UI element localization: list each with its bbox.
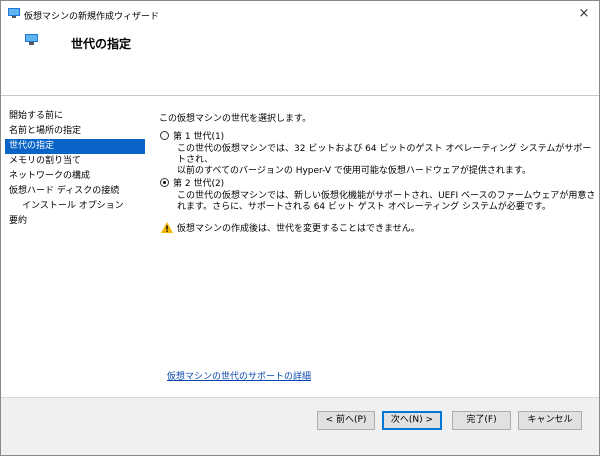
nav-step-before-you-begin[interactable]: 開始する前に bbox=[5, 109, 145, 124]
generation-2-label: 第 2 世代(2) bbox=[173, 179, 225, 189]
generation-2-description: この世代の仮想マシンでは、新しい仮想化機能がサポートされ、UEFI ベースのファ… bbox=[177, 191, 597, 213]
hyperv-vm-icon bbox=[8, 8, 20, 18]
warning-message: 仮想マシンの作成後は、世代を変更することはできません。 bbox=[161, 221, 420, 234]
finish-button[interactable]: 完了(F) bbox=[452, 411, 511, 430]
generation-2-radio[interactable]: 第 2 世代(2) bbox=[160, 176, 224, 189]
window-title: 仮想マシンの新規作成ウィザード bbox=[24, 12, 160, 22]
cancel-button[interactable]: キャンセル bbox=[518, 411, 582, 430]
radio-checked-icon bbox=[160, 178, 169, 187]
page-title: 世代の指定 bbox=[71, 37, 132, 51]
generation-support-link[interactable]: 仮想マシンの世代のサポートの詳細 bbox=[167, 369, 311, 382]
hyperv-vm-icon bbox=[25, 34, 38, 45]
generation-1-label: 第 1 世代(1) bbox=[173, 132, 225, 142]
nav-step-generation[interactable]: 世代の指定 bbox=[5, 139, 145, 154]
close-button[interactable]: × bbox=[569, 1, 599, 27]
warning-text: 仮想マシンの作成後は、世代を変更することはできません。 bbox=[177, 224, 420, 234]
description-line: この世代の仮想マシンでは、32 ビットおよび 64 ビットのゲスト オペレーティ… bbox=[177, 144, 592, 165]
back-button[interactable]: < 前へ(P) bbox=[317, 411, 375, 430]
generation-1-description: この世代の仮想マシンでは、32 ビットおよび 64 ビットのゲスト オペレーティ… bbox=[177, 144, 597, 177]
header-divider bbox=[1, 95, 599, 96]
description-line: この世代の仮想マシンでは、新しい仮想化機能がサポートされ、UEFI ベースのファ… bbox=[177, 191, 596, 201]
next-button[interactable]: 次へ(N) > bbox=[382, 411, 442, 430]
wizard-steps-nav: 開始する前に 名前と場所の指定 世代の指定 メモリの割り当て ネットワークの構成… bbox=[5, 109, 145, 229]
button-bar: < 前へ(P) 次へ(N) > 完了(F) キャンセル bbox=[1, 398, 599, 455]
close-icon: × bbox=[578, 6, 590, 21]
radio-unchecked-icon bbox=[160, 131, 169, 140]
nav-step-memory[interactable]: メモリの割り当て bbox=[5, 154, 145, 169]
description-line: 以前のすべてのバージョンの Hyper-V で使用可能な仮想ハードウェアが提供さ… bbox=[177, 166, 531, 176]
nav-step-network[interactable]: ネットワークの構成 bbox=[5, 169, 145, 184]
nav-step-summary[interactable]: 要約 bbox=[5, 214, 145, 229]
title-bar: 仮想マシンの新規作成ウィザード × bbox=[1, 1, 599, 27]
warning-icon bbox=[161, 222, 173, 233]
instruction-text: この仮想マシンの世代を選択します。 bbox=[159, 114, 312, 124]
description-line: れます。さらに、サポートされる 64 ビット ゲスト オペレーティング システム… bbox=[177, 202, 551, 212]
generation-1-radio[interactable]: 第 1 世代(1) bbox=[160, 129, 224, 142]
wizard-window: 仮想マシンの新規作成ウィザード × 世代の指定 開始する前に 名前と場所の指定 … bbox=[0, 0, 600, 456]
nav-step-virtual-disk[interactable]: 仮想ハード ディスクの接続 bbox=[5, 184, 145, 199]
nav-step-name-location[interactable]: 名前と場所の指定 bbox=[5, 124, 145, 139]
nav-step-install-options[interactable]: インストール オプション bbox=[5, 199, 145, 214]
